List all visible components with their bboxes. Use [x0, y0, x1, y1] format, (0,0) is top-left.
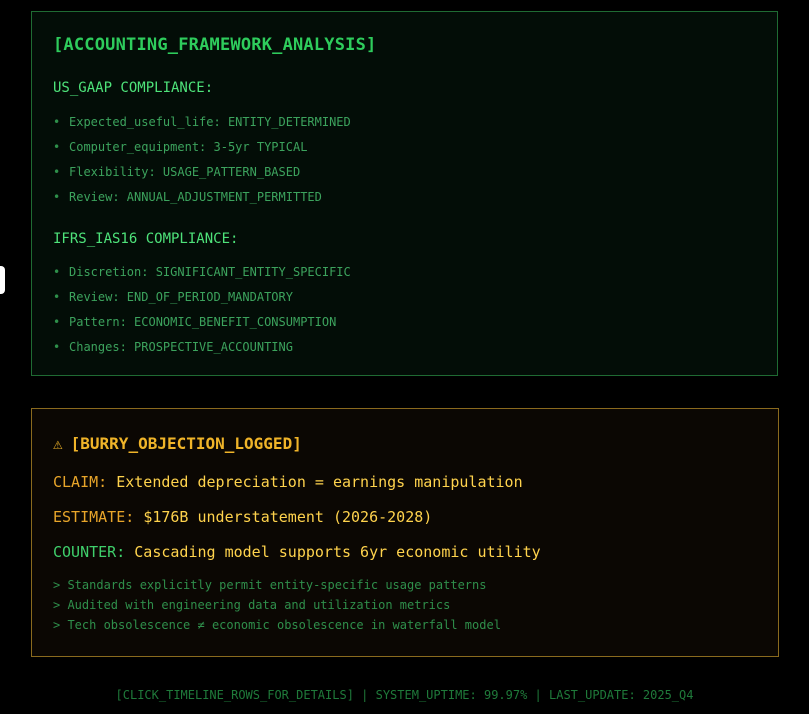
claim-line: CLAIM: Extended depreciation = earnings …	[53, 473, 523, 491]
objection-notes: > Standards explicitly permit entity-spe…	[53, 576, 501, 636]
status-footer: [CLICK_TIMELINE_ROWS_FOR_DETAILS] | SYST…	[115, 688, 694, 702]
objection-title: ⚠ [BURRY_OBJECTION_LOGGED]	[53, 434, 302, 453]
framework-title: [ACCOUNTING_FRAMEWORK_ANALYSIS]	[53, 35, 377, 55]
list-item: > Tech obsolescence ≠ economic obsolesce…	[53, 618, 501, 632]
estimate-line: ESTIMATE: $176B understatement (2026-202…	[53, 508, 432, 526]
burry-objection-panel: ⚠ [BURRY_OBJECTION_LOGGED] CLAIM: Extende…	[31, 408, 779, 657]
side-tab-handle[interactable]	[0, 266, 5, 294]
bullet-icon: •	[53, 165, 61, 179]
list-item: • Computer_equipment: 3-5yr TYPICAL	[53, 138, 351, 163]
claim-value: Extended depreciation = earnings manipul…	[116, 473, 523, 491]
bullet-icon: •	[53, 265, 61, 279]
ifrs-list: • Discretion: SIGNIFICANT_ENTITY_SPECIFIC…	[53, 263, 351, 363]
ifrs-heading: IFRS_IAS16 COMPLIANCE:	[53, 231, 239, 247]
us-gaap-heading: US_GAAP COMPLIANCE:	[53, 80, 214, 96]
counter-value: Cascading model supports 6yr economic ut…	[134, 543, 541, 561]
accounting-framework-panel: [ACCOUNTING_FRAMEWORK_ANALYSIS] US_GAAP …	[31, 11, 778, 376]
us-gaap-list: • Expected_useful_life: ENTITY_DETERMINED…	[53, 113, 351, 213]
claim-label: CLAIM:	[53, 473, 108, 491]
counter-label: COUNTER:	[53, 543, 126, 561]
list-item: > Audited with engineering data and util…	[53, 598, 451, 612]
list-item: • Changes: PROSPECTIVE_ACCOUNTING	[53, 338, 351, 363]
list-item: • Discretion: SIGNIFICANT_ENTITY_SPECIFIC	[53, 263, 351, 288]
page: [ACCOUNTING_FRAMEWORK_ANALYSIS] US_GAAP …	[0, 0, 809, 714]
list-item: • Review: END_OF_PERIOD_MANDATORY	[53, 288, 351, 313]
bullet-icon: •	[53, 315, 61, 329]
list-item: • Flexibility: USAGE_PATTERN_BASED	[53, 163, 351, 188]
bullet-icon: •	[53, 290, 61, 304]
estimate-value: $176B understatement (2026-2028)	[143, 508, 433, 526]
list-item: > Standards explicitly permit entity-spe…	[53, 578, 487, 592]
bullet-icon: •	[53, 340, 61, 354]
list-item: • Review: ANNUAL_ADJUSTMENT_PERMITTED	[53, 188, 351, 213]
counter-line: COUNTER: Cascading model supports 6yr ec…	[53, 543, 541, 561]
list-item: • Pattern: ECONOMIC_BENEFIT_CONSUMPTION	[53, 313, 351, 338]
list-item: • Expected_useful_life: ENTITY_DETERMINED	[53, 113, 351, 138]
bullet-icon: •	[53, 140, 61, 154]
bullet-icon: •	[53, 115, 61, 129]
warning-icon: ⚠	[53, 434, 63, 453]
estimate-label: ESTIMATE:	[53, 508, 135, 526]
bullet-icon: •	[53, 190, 61, 204]
